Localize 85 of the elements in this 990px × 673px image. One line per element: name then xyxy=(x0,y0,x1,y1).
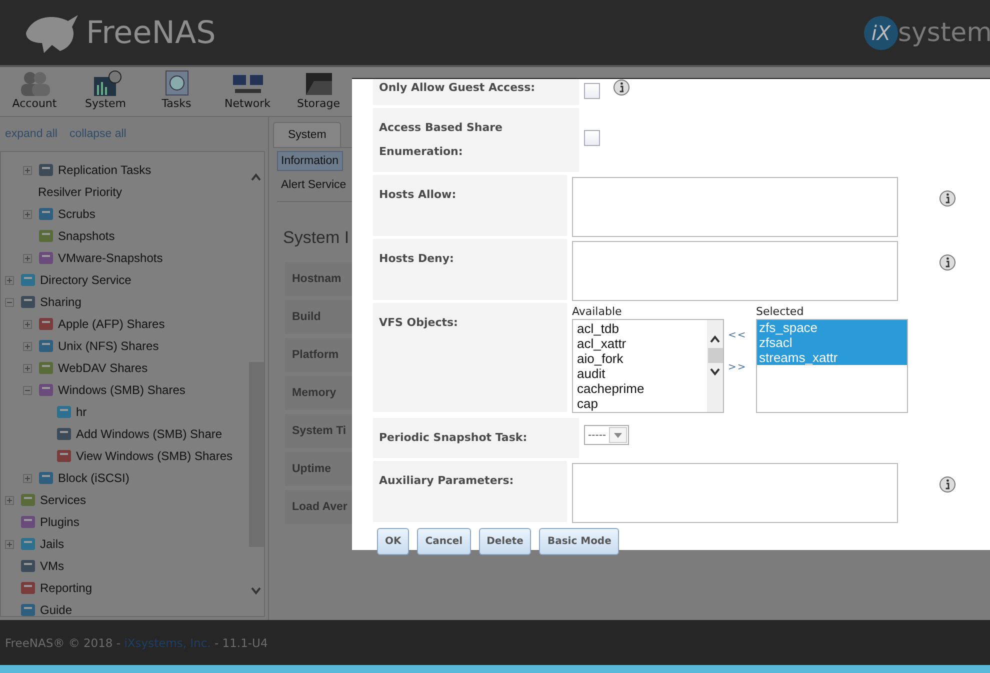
dropdown-arrow-icon[interactable] xyxy=(614,432,622,438)
list-heading: Selected xyxy=(756,305,805,319)
tree-item[interactable]: VMs xyxy=(40,559,64,573)
tree-item[interactable]: Jails xyxy=(40,537,64,551)
tree-item[interactable]: Block (iSCSI) xyxy=(58,471,130,485)
field-label: Periodic Snapshot Task: xyxy=(373,418,579,458)
expand-icon[interactable] xyxy=(23,474,34,482)
tab[interactable]: System xyxy=(273,122,342,147)
tree-item[interactable]: View Windows (SMB) Shares xyxy=(76,449,232,463)
collapse-icon[interactable] xyxy=(23,386,34,394)
field-label: Auxiliary Parameters: xyxy=(373,461,567,522)
logo-text: FreeNAS xyxy=(86,14,216,50)
subtab[interactable]: Alert Service xyxy=(277,175,350,195)
field-label: Hosts Deny: xyxy=(373,239,567,300)
collapse-icon[interactable] xyxy=(5,298,16,306)
info-icon[interactable] xyxy=(613,79,630,96)
info-icon[interactable] xyxy=(938,254,956,271)
tree-item[interactable]: WebDAV Shares xyxy=(58,361,148,375)
tree-item[interactable]: Unix (NFS) Shares xyxy=(58,339,159,353)
tree-item[interactable]: hr xyxy=(76,405,87,419)
expand-icon[interactable] xyxy=(23,364,34,372)
tree-item[interactable]: Guide xyxy=(40,603,72,616)
tree-item[interactable]: Services xyxy=(40,493,86,507)
brand-mark: iX xyxy=(864,16,898,50)
select-field[interactable]: ----- xyxy=(584,425,630,445)
list-option[interactable]: aio_fork xyxy=(575,351,705,366)
field-label: Only Allow Guest Access: xyxy=(373,79,579,105)
expand-icon[interactable] xyxy=(23,320,34,328)
available-list[interactable]: acl_tdb acl_xattr aio_fork audit cacheprime cap xyxy=(572,319,724,413)
panel-title: System I xyxy=(283,228,350,248)
selected-list[interactable]: zfs_space zfsacl streams_xattr xyxy=(756,319,908,413)
copyright-text: FreeNAS® © 2018 - iXsystems, Inc. - 11.1-U4 xyxy=(5,636,268,650)
scrollbar-track[interactable] xyxy=(707,320,723,412)
text-area[interactable] xyxy=(572,463,898,523)
toolbar-button[interactable]: Account xyxy=(2,67,67,116)
tree-item[interactable]: VMware-Snapshots xyxy=(58,251,163,265)
tree-item[interactable]: Sharing xyxy=(40,295,82,309)
tree-item[interactable]: Resilver Priority xyxy=(38,185,122,199)
expand-icon[interactable] xyxy=(23,342,34,350)
tree-item[interactable]: Scrubs xyxy=(58,207,96,221)
scroll-down-icon[interactable] xyxy=(709,367,721,377)
info-icon[interactable] xyxy=(938,476,956,493)
expand-icon[interactable] xyxy=(23,210,34,218)
list-option[interactable]: cacheprime xyxy=(575,381,705,396)
list-option[interactable]: acl_tdb xyxy=(575,321,705,336)
text-area[interactable] xyxy=(572,241,898,301)
toolbar-button[interactable]: Tasks xyxy=(144,67,209,116)
tree-item[interactable]: Windows (SMB) Shares xyxy=(58,383,186,397)
dialog-button[interactable]: Basic Mode xyxy=(539,528,620,555)
field-label: Access Based Share Enumeration: xyxy=(373,108,579,172)
tree-item[interactable]: Replication Tasks xyxy=(58,163,152,177)
add-link[interactable]: >> xyxy=(728,362,752,372)
checkbox[interactable] xyxy=(584,83,600,99)
list-option[interactable]: streams_xattr xyxy=(757,350,907,365)
tree-item[interactable]: Snapshots xyxy=(58,229,115,243)
scroll-up-icon[interactable] xyxy=(709,334,721,344)
list-heading: Available xyxy=(572,305,623,319)
tree-item[interactable]: Plugins xyxy=(40,515,80,529)
expand-icon[interactable] xyxy=(5,496,16,504)
dialog-button[interactable]: Cancel xyxy=(417,528,471,555)
field-label: Hosts Allow: xyxy=(373,175,567,236)
tree-item[interactable]: Apple (AFP) Shares xyxy=(58,317,165,331)
dialog-button[interactable]: Delete xyxy=(478,528,532,555)
list-option[interactable]: zfsacl xyxy=(757,335,907,350)
expand-icon[interactable] xyxy=(23,166,34,174)
toolbar-button[interactable]: Network xyxy=(215,67,280,116)
dialog-button[interactable]: OK xyxy=(377,528,410,555)
info-icon[interactable] xyxy=(938,190,956,207)
list-option[interactable]: cap xyxy=(575,396,705,411)
toolbar-button[interactable]: Storage xyxy=(286,67,351,116)
expand-icon[interactable] xyxy=(23,254,34,262)
toolbar-button[interactable]: System xyxy=(73,67,138,116)
list-option[interactable]: zfs_space xyxy=(757,320,907,335)
expand-icon[interactable] xyxy=(5,276,16,284)
expand-icon[interactable] xyxy=(5,540,16,548)
checkbox[interactable] xyxy=(584,130,600,146)
subtab[interactable]: Information xyxy=(277,151,343,171)
tree-item[interactable]: Reporting xyxy=(40,581,92,595)
scroll-thumb[interactable] xyxy=(708,348,722,363)
brand-text: system xyxy=(898,18,990,48)
tree-item[interactable]: Add Windows (SMB) Share xyxy=(76,427,222,441)
field-label: VFS Objects: xyxy=(373,303,567,412)
text-area[interactable] xyxy=(572,177,898,237)
tree-item[interactable]: Directory Service xyxy=(40,273,132,287)
list-option[interactable]: acl_xattr xyxy=(575,336,705,351)
